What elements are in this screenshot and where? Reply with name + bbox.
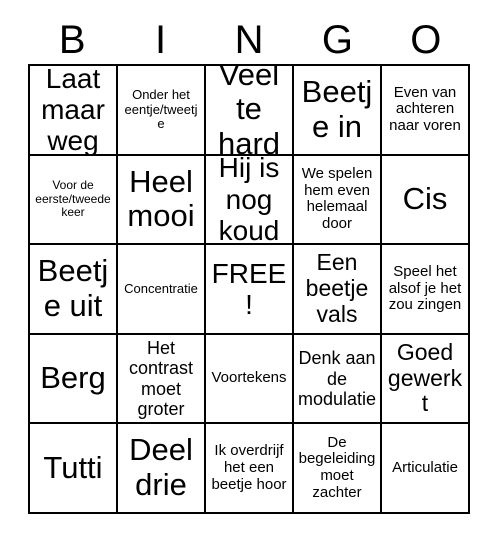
bingo-cell-label: Deel drie — [129, 432, 193, 503]
bingo-cell[interactable]: Cis — [382, 155, 470, 246]
bingo-cell-label: Voor de eerste/tweede keer — [35, 178, 111, 220]
bingo-cell[interactable]: Voor de eerste/tweede keer — [30, 155, 118, 246]
bingo-cell[interactable]: Beetje uit — [30, 245, 118, 335]
bingo-cell[interactable]: Laat maar weg — [30, 66, 118, 156]
bingo-cell-label: Onder het eentje/tweetje — [124, 86, 198, 132]
bingo-cell[interactable]: Deel drie — [118, 424, 206, 514]
bingo-cell-label: Heel mooi — [127, 163, 195, 234]
bingo-cell[interactable]: Tutti — [30, 424, 118, 514]
bingo-cell[interactable]: Onder het eentje/tweetje — [118, 66, 206, 156]
bingo-cell[interactable]: Denk aan de modulatie — [294, 334, 382, 425]
bingo-cell-label: Berg — [40, 360, 106, 396]
header-letter-g: G — [321, 18, 353, 62]
bingo-cell[interactable]: Een beetje vals — [294, 245, 382, 335]
bingo-cell-label: Concentratie — [124, 280, 198, 296]
bingo-cell-label: Voortekens — [211, 369, 287, 387]
bingo-cell[interactable]: Even van achteren naar voren — [382, 66, 470, 156]
bingo-cell-label: Goed gewerkt — [387, 338, 463, 417]
bingo-cell-label: We spelen hem even helemaal door — [301, 164, 373, 233]
bingo-cell-label: Denk aan de modulatie — [297, 348, 377, 409]
bingo-cell[interactable]: Beetje in — [294, 66, 382, 156]
bingo-cell[interactable]: Voortekens — [206, 334, 294, 425]
bingo-cell-label: Hij is nog koud — [218, 155, 280, 246]
bingo-cell-label: Een beetje vals — [305, 249, 369, 327]
bingo-cell-label: Laat maar weg — [41, 66, 105, 156]
bingo-cell[interactable]: De begeleiding moet zachter — [294, 424, 382, 514]
bingo-cell-label: Beetje uit — [37, 253, 109, 323]
bingo-cell[interactable]: Berg — [30, 334, 118, 425]
bingo-cell-label: Het contrast moet groter — [128, 338, 194, 419]
bingo-cell[interactable]: Het contrast moet groter — [118, 334, 206, 425]
header-letter-i: I — [155, 18, 167, 62]
header-letter-n: N — [234, 18, 264, 62]
bingo-cell[interactable]: We spelen hem even helemaal door — [294, 155, 382, 246]
bingo-cell-label: Articulatie — [392, 458, 458, 476]
bingo-cell-label: Speel het alsof je het zou zingen — [388, 262, 462, 314]
bingo-cell[interactable]: Concentratie — [118, 245, 206, 335]
bingo-cell[interactable]: Speel het alsof je het zou zingen — [382, 245, 470, 335]
bingo-cell[interactable]: Hij is nog koud — [206, 155, 294, 246]
bingo-cell[interactable]: Articulatie — [382, 424, 470, 514]
bingo-cell-label: Tutti — [43, 449, 103, 485]
bingo-cell-label: Even van achteren naar voren — [389, 83, 461, 135]
bingo-header: B I N G O — [28, 16, 470, 64]
bingo-cell-label: Cis — [402, 181, 448, 217]
bingo-cell[interactable]: Ik overdrijf het een beetje hoor — [206, 424, 294, 514]
bingo-cell[interactable]: Veel te hard — [206, 66, 294, 156]
bingo-cell-label: FREE! — [211, 257, 287, 320]
header-letter-o: O — [410, 18, 442, 62]
bingo-cell-free[interactable]: FREE! — [206, 245, 294, 335]
bingo-grid: Laat maar weg Onder het eentje/tweetje V… — [28, 64, 470, 514]
bingo-cell-label: Ik overdrijf het een beetje hoor — [211, 441, 287, 493]
bingo-cell[interactable]: Heel mooi — [118, 155, 206, 246]
bingo-cell-label: Beetje in — [301, 74, 373, 144]
bingo-cell[interactable]: Goed gewerkt — [382, 334, 470, 425]
bingo-card: B I N G O Laat maar weg Onder het eentje… — [0, 0, 500, 544]
bingo-cell-label: De begeleiding moet zachter — [298, 433, 376, 501]
bingo-cell-label: Veel te hard — [217, 66, 281, 156]
header-letter-b: B — [58, 18, 86, 62]
